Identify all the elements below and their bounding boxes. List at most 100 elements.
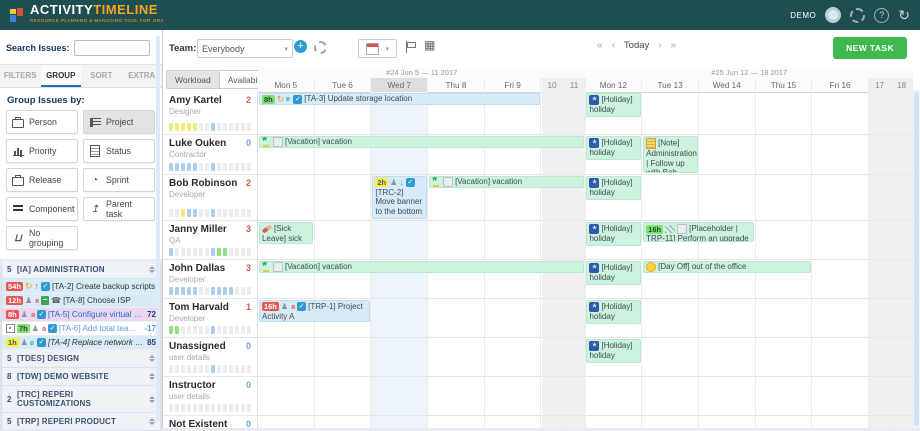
section-header--trp-reperi-product[interactable]: 5[TRP] REPERI PRODUCT bbox=[2, 413, 160, 431]
calendar-view-dropdown[interactable]: ▾ bbox=[358, 39, 397, 58]
day-cell[interactable] bbox=[812, 260, 869, 298]
day-cell[interactable] bbox=[542, 377, 564, 415]
day-header-mon-5[interactable]: Mon 5 bbox=[258, 78, 315, 92]
person-cell[interactable]: Luke Ouken0Contractor bbox=[163, 135, 258, 174]
task-bar[interactable]: [Day Off] out of the office bbox=[643, 261, 811, 273]
day-cell[interactable] bbox=[756, 135, 813, 174]
day-cell[interactable] bbox=[756, 377, 813, 415]
day-cell[interactable] bbox=[812, 92, 869, 134]
day-header-18[interactable]: 18 bbox=[891, 78, 913, 92]
group-button-status[interactable]: Status bbox=[83, 139, 155, 163]
day-cell[interactable] bbox=[642, 299, 699, 337]
day-cell[interactable] bbox=[586, 416, 643, 428]
tab-sort[interactable]: SORT bbox=[81, 65, 122, 87]
day-cell[interactable] bbox=[371, 299, 428, 337]
day-cell[interactable] bbox=[315, 377, 372, 415]
day-cell[interactable] bbox=[699, 92, 756, 134]
person-cell[interactable]: Unassigned0user details bbox=[163, 338, 258, 376]
task-bar[interactable]: [Holiday] holiday bbox=[586, 339, 640, 363]
day-cell[interactable] bbox=[564, 416, 586, 428]
day-cell[interactable] bbox=[315, 175, 372, 220]
day-cell[interactable] bbox=[371, 377, 428, 415]
day-cell[interactable] bbox=[485, 221, 542, 259]
day-cell[interactable] bbox=[428, 338, 485, 376]
day-cell[interactable] bbox=[485, 377, 542, 415]
day-cell[interactable] bbox=[756, 175, 813, 220]
gear-icon[interactable] bbox=[850, 8, 865, 23]
group-button-release[interactable]: Release bbox=[6, 168, 78, 192]
day-cell[interactable] bbox=[756, 416, 813, 428]
day-header-fri-9[interactable]: Fri 9 bbox=[485, 78, 542, 92]
nav-prev-fast-button[interactable]: « bbox=[597, 40, 603, 51]
day-cell[interactable] bbox=[642, 338, 699, 376]
day-cell[interactable] bbox=[891, 299, 913, 337]
sidebar-task[interactable]: 7h[TA-6] Add total team a...-17 bbox=[2, 322, 160, 336]
tab-workload[interactable]: Workload bbox=[166, 70, 220, 89]
group-button-component[interactable]: Component bbox=[6, 197, 78, 221]
day-header-wed-14[interactable]: Wed 14 bbox=[699, 78, 756, 92]
day-cell[interactable] bbox=[542, 299, 564, 337]
person-cell[interactable]: Tom Harvald1Developer bbox=[163, 299, 258, 337]
day-cell[interactable] bbox=[642, 175, 699, 220]
person-cell[interactable]: Janny Miller3QA bbox=[163, 221, 258, 259]
task-bar[interactable]: 16h[Placeholder | TRP-11] Perform an upg… bbox=[643, 222, 754, 242]
search-input[interactable] bbox=[74, 40, 150, 56]
day-cell[interactable] bbox=[485, 416, 542, 428]
day-cell[interactable] bbox=[564, 338, 586, 376]
day-cell[interactable] bbox=[315, 338, 372, 376]
sidebar-task[interactable]: 54h[TA-2] Create backup scripts bbox=[2, 279, 160, 294]
person-cell[interactable]: Amy Kartel2Designer bbox=[163, 92, 258, 134]
day-cell[interactable] bbox=[542, 221, 564, 259]
day-cell[interactable] bbox=[756, 299, 813, 337]
day-cell[interactable] bbox=[642, 416, 699, 428]
milestones-flag-icon[interactable] bbox=[406, 41, 416, 53]
section-header--tdes-design[interactable]: 5[TDES] DESIGN bbox=[2, 350, 160, 368]
day-cell[interactable] bbox=[315, 221, 372, 259]
day-cell[interactable] bbox=[258, 175, 315, 220]
day-cell[interactable] bbox=[258, 377, 315, 415]
new-task-button[interactable]: NEW TASK bbox=[833, 37, 907, 59]
day-cell[interactable] bbox=[891, 92, 913, 134]
task-bar[interactable]: [Vacation] vacation bbox=[259, 261, 584, 273]
day-cell[interactable] bbox=[891, 338, 913, 376]
vertical-scrollbar[interactable] bbox=[913, 90, 920, 428]
day-cell[interactable] bbox=[869, 135, 891, 174]
day-cell[interactable] bbox=[428, 221, 485, 259]
day-cell[interactable] bbox=[542, 338, 564, 376]
task-bar[interactable]: [Holiday] holiday bbox=[586, 222, 640, 246]
person-cell[interactable]: Not Existent0 bbox=[163, 416, 258, 428]
day-cell[interactable] bbox=[812, 175, 869, 220]
day-cell[interactable] bbox=[869, 377, 891, 415]
today-button[interactable]: Today bbox=[624, 40, 649, 51]
day-header-tue-6[interactable]: Tue 6 bbox=[315, 78, 372, 92]
sidebar-scrollbar[interactable] bbox=[156, 36, 160, 422]
day-cell[interactable] bbox=[699, 175, 756, 220]
day-cell[interactable] bbox=[891, 221, 913, 259]
team-settings-gear-icon[interactable] bbox=[314, 41, 327, 54]
section-header--trc-reperi-customizations[interactable]: 2[TRC] REPERI CUSTOMIZATIONS bbox=[2, 386, 160, 413]
group-button-person[interactable]: Person bbox=[6, 110, 78, 134]
day-header-10[interactable]: 10 bbox=[542, 78, 564, 92]
help-icon[interactable]: ? bbox=[874, 8, 889, 23]
day-cell[interactable] bbox=[371, 416, 428, 428]
sidebar-task[interactable]: 12h[TA-8] Choose ISP bbox=[2, 294, 160, 308]
task-bar[interactable]: [Holiday] holiday bbox=[586, 136, 640, 160]
day-cell[interactable] bbox=[485, 299, 542, 337]
day-cell[interactable] bbox=[699, 299, 756, 337]
task-bar[interactable]: [Holiday] holiday bbox=[586, 261, 640, 285]
sidebar-task[interactable]: 8h[TA-5] Configure virtual net...72 bbox=[2, 308, 160, 322]
day-cell[interactable] bbox=[564, 299, 586, 337]
day-cell[interactable] bbox=[756, 221, 813, 259]
day-cell[interactable] bbox=[891, 135, 913, 174]
task-bar[interactable]: [Holiday] holiday bbox=[586, 176, 640, 200]
day-cell[interactable] bbox=[699, 135, 756, 174]
sidebar-task[interactable]: 1h[TA-4] Replace network card85 bbox=[2, 336, 160, 350]
group-button-no-grouping[interactable]: No grouping bbox=[6, 226, 78, 250]
day-cell[interactable] bbox=[756, 92, 813, 134]
day-cell[interactable] bbox=[699, 416, 756, 428]
task-bar[interactable]: [Holiday] holiday bbox=[586, 93, 640, 117]
day-cell[interactable] bbox=[586, 377, 643, 415]
day-header-mon-12[interactable]: Mon 12 bbox=[586, 78, 643, 92]
day-cell[interactable] bbox=[485, 338, 542, 376]
grid-view-icon[interactable]: ▦ bbox=[424, 38, 435, 52]
